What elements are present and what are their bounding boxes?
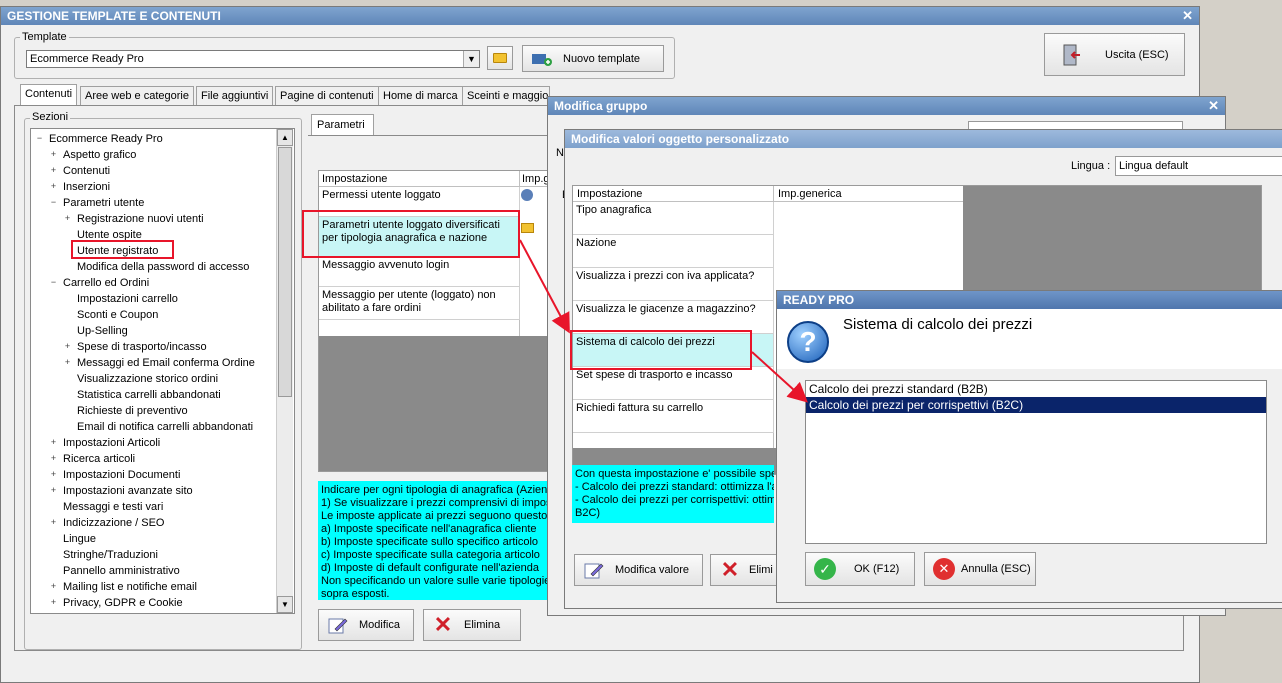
arrow-to-custom	[519, 239, 570, 334]
arrow-to-dialog	[751, 351, 808, 403]
annotation-arrows	[519, 239, 808, 403]
